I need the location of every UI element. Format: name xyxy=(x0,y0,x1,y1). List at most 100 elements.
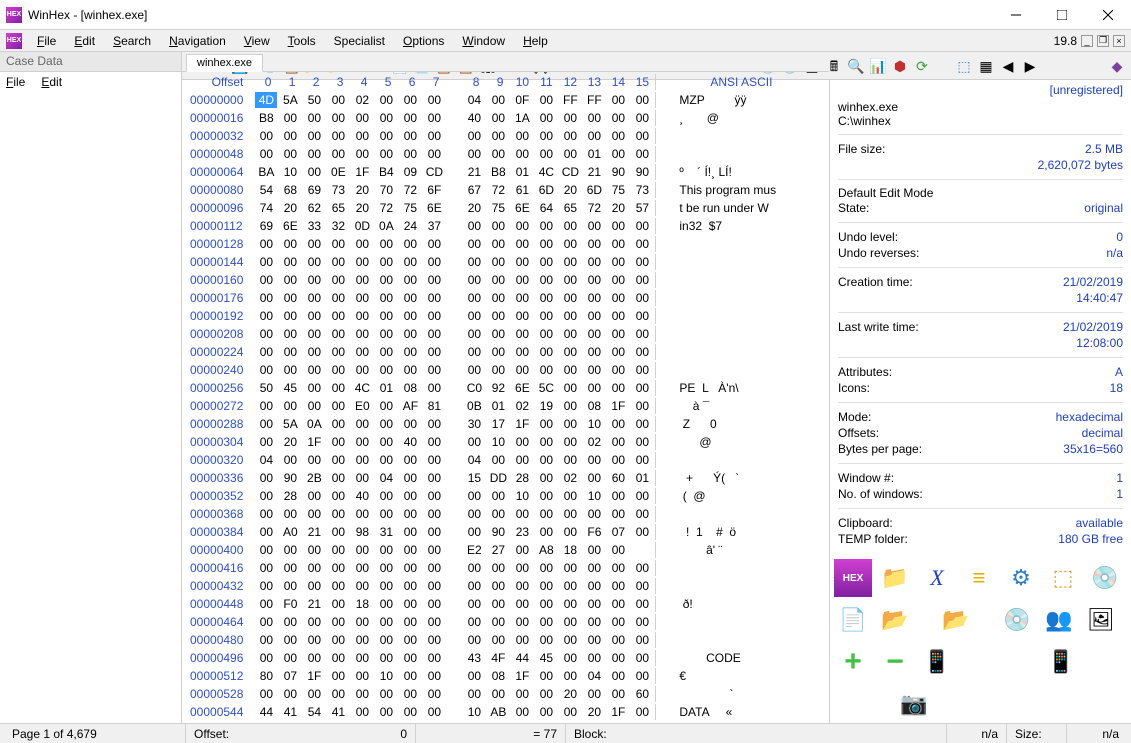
menu-window[interactable]: Window xyxy=(453,32,514,50)
template-icon[interactable]: ▦ xyxy=(976,56,996,76)
hex-row[interactable]: 0000004800000000000000000000000000010000 xyxy=(184,146,811,162)
state-value: original xyxy=(1084,201,1123,215)
bars-big-icon[interactable]: ≡ xyxy=(960,559,998,597)
hex-row[interactable]: 00000016B80000000000000040001A0000000000… xyxy=(184,110,811,126)
hex-row[interactable]: 0000030400201F00000040000010000000020000… xyxy=(184,434,811,450)
zoom-icon[interactable]: 🔍 xyxy=(846,56,866,76)
hex-row[interactable]: 00000256504500004C010800C0926E5C00000000… xyxy=(184,380,811,396)
hex-row[interactable]: 00000544444154410000000010AB000000201F00… xyxy=(184,704,811,720)
next-icon[interactable]: ▶ xyxy=(1020,56,1040,76)
hex-view[interactable]: Offset 0 1 2 3 4 5 6 7 8 9101112131415AN… xyxy=(182,72,829,723)
hex-row[interactable]: 0000012800000000000000000000000000000000 xyxy=(184,236,811,252)
hex-row[interactable]: 0000046400000000000000000000000000000000 xyxy=(184,614,811,630)
hex-row[interactable]: 0000044800F02100180000000000000000000000… xyxy=(184,596,811,612)
doc-big-icon[interactable]: 📄 xyxy=(834,601,872,639)
disk-add-big-icon[interactable]: 💿 xyxy=(998,601,1036,639)
tree-big-icon[interactable]: ⬚ xyxy=(1044,559,1082,597)
hex-row[interactable]: 0000038400A02100983100000090230000F60700… xyxy=(184,524,811,540)
hex-row[interactable]: 0000016000000000000000000000000000000000 xyxy=(184,272,811,288)
hex-row[interactable]: 0000019200000000000000000000000000000000 xyxy=(184,308,811,324)
hex-row[interactable]: 00000064BA10000E1FB409CD21B8014CCD219090… xyxy=(184,164,811,180)
menu-specialist[interactable]: Specialist xyxy=(325,32,394,50)
offset-value: 0 xyxy=(400,727,407,741)
hex-row[interactable]: 0000036800000000000000000000000000000000 xyxy=(184,506,811,522)
minimize-button[interactable] xyxy=(993,1,1039,29)
temp-label: TEMP folder: xyxy=(838,532,908,546)
menu-file[interactable]: File xyxy=(28,32,65,50)
maximize-button[interactable] xyxy=(1039,1,1085,29)
hex-row[interactable]: 00000288005A0A000000000030171F0000100000… xyxy=(184,416,811,432)
refresh-icon[interactable]: ⟳ xyxy=(912,56,932,76)
close-button[interactable] xyxy=(1085,1,1131,29)
hex-row[interactable]: 00000096742062652072756E20756E6465722057… xyxy=(184,200,811,216)
undo-level-label: Undo level: xyxy=(838,230,898,244)
menu-help[interactable]: Help xyxy=(514,32,557,50)
size-label: Size: xyxy=(1015,727,1042,741)
hex-row[interactable]: 0000017600000000000000000000000000000000 xyxy=(184,290,811,306)
file-path: C:\winhex xyxy=(838,114,1123,128)
minus-big-icon[interactable]: − xyxy=(876,643,914,681)
hex-row[interactable]: 0000035200280000400000000000100000100000… xyxy=(184,488,811,504)
hex-row[interactable]: 000004000000000000000000E22700A8180000 â… xyxy=(184,542,811,558)
menu-view[interactable]: View xyxy=(235,32,279,50)
mdi-restore[interactable]: ❐ xyxy=(1097,35,1109,47)
mdi-close[interactable]: × xyxy=(1113,35,1125,47)
prev-icon[interactable]: ◀ xyxy=(998,56,1018,76)
folder-big-icon[interactable]: 📁 xyxy=(876,559,914,597)
menu-edit[interactable]: Edit xyxy=(65,32,104,50)
hex-row[interactable]: 00000080546869732070726F6772616D206D7573… xyxy=(184,182,811,198)
menu-search[interactable]: Search xyxy=(104,32,160,50)
hex-row[interactable]: 0000043200000000000000000000000000000000 xyxy=(184,578,811,594)
hex-row[interactable]: 00000112696E33320D0A24370000000000000000… xyxy=(184,218,811,234)
analyze-icon[interactable]: 📊 xyxy=(868,56,888,76)
hex-row[interactable]: 0000051280071F000010000000081F0000040000… xyxy=(184,668,811,684)
menu-tools[interactable]: Tools xyxy=(279,32,325,50)
hex-row[interactable]: 0000033600902B000004000015DD280002006001… xyxy=(184,470,811,486)
disk-big-icon[interactable]: 💿 xyxy=(1086,559,1124,597)
offset-label: Offset: xyxy=(194,727,229,741)
camera-big-icon[interactable]: 📷 xyxy=(876,685,952,723)
gear-big-icon[interactable]: ⚙ xyxy=(1002,559,1040,597)
folder-open-big-icon[interactable]: 📂 xyxy=(918,601,994,639)
hex-row[interactable]: 0000024000000000000000000000000000000000 xyxy=(184,362,811,378)
bpp-value: 35x16=560 xyxy=(1063,442,1123,456)
hex-row[interactable]: 000004960000000000000000434F444500000000… xyxy=(184,650,811,666)
hex-row[interactable]: 0000022400000000000000000000000000000000 xyxy=(184,344,811,360)
hex-row[interactable]: 0000052800000000000000000000000020000060… xyxy=(184,686,811,702)
hex-row[interactable]: 0000020800000000000000000000000000000000 xyxy=(184,326,811,342)
plus-big-icon[interactable]: + xyxy=(834,643,872,681)
file-size-bytes: 2,620,072 bytes xyxy=(1038,158,1123,172)
window-num-label: Window #: xyxy=(838,471,894,485)
x-big-icon[interactable]: X xyxy=(918,559,956,597)
options-icon[interactable]: ⬚ xyxy=(954,56,974,76)
folder2-big-icon[interactable]: 📂 xyxy=(876,601,914,639)
app-icon-small: HEX xyxy=(6,33,22,49)
case-edit-menu[interactable]: Edit xyxy=(41,75,62,89)
creation-time-label: Creation time: xyxy=(838,275,913,289)
menu-navigation[interactable]: Navigation xyxy=(160,32,235,50)
size-value: n/a xyxy=(1102,727,1119,741)
hex-big-icon[interactable]: HEX xyxy=(834,559,872,597)
window-title: WinHex - [winhex.exe] xyxy=(28,8,993,22)
phone-big-icon[interactable]: 📱 xyxy=(918,643,956,681)
mdi-minimize[interactable]: _ xyxy=(1081,35,1093,47)
users-big-icon[interactable]: 👥 xyxy=(1040,601,1078,639)
unregistered-label: [unregistered] xyxy=(830,80,1131,100)
hex-row[interactable]: 0000041600000000000000000000000000000000 xyxy=(184,560,811,576)
page-indicator: Page 1 of 4,679 xyxy=(4,724,186,743)
help-icon[interactable]: ◆ xyxy=(1107,56,1127,76)
position-icon[interactable]: ⬢ xyxy=(890,56,910,76)
hex-row[interactable]: 0000014400000000000000000000000000000000 xyxy=(184,254,811,270)
hex-row[interactable]: 0000032004000000000000000400000000000000 xyxy=(184,452,811,468)
mdi-controls: _ ❐ × xyxy=(1081,35,1131,47)
hex-editor: winhex.exe Offset 0 1 2 3 4 5 6 7 8 9101… xyxy=(182,80,829,723)
tab-winhex-exe[interactable]: winhex.exe xyxy=(186,54,263,72)
phone2-big-icon[interactable]: 📱 xyxy=(1042,643,1080,681)
hex-row[interactable]: 0000048000000000000000000000000000000000 xyxy=(184,632,811,648)
menu-options[interactable]: Options xyxy=(394,32,453,50)
picture-big-icon[interactable]: 🖼 xyxy=(1082,601,1120,639)
hex-row[interactable]: 000000004D5A50000200000004000F00FFFF0000… xyxy=(184,92,811,108)
hex-row[interactable]: 0000027200000000E000AF810B01021900081F00… xyxy=(184,398,811,414)
case-file-menu[interactable]: File xyxy=(6,75,25,89)
hex-row[interactable]: 0000003200000000000000000000000000000000 xyxy=(184,128,811,144)
